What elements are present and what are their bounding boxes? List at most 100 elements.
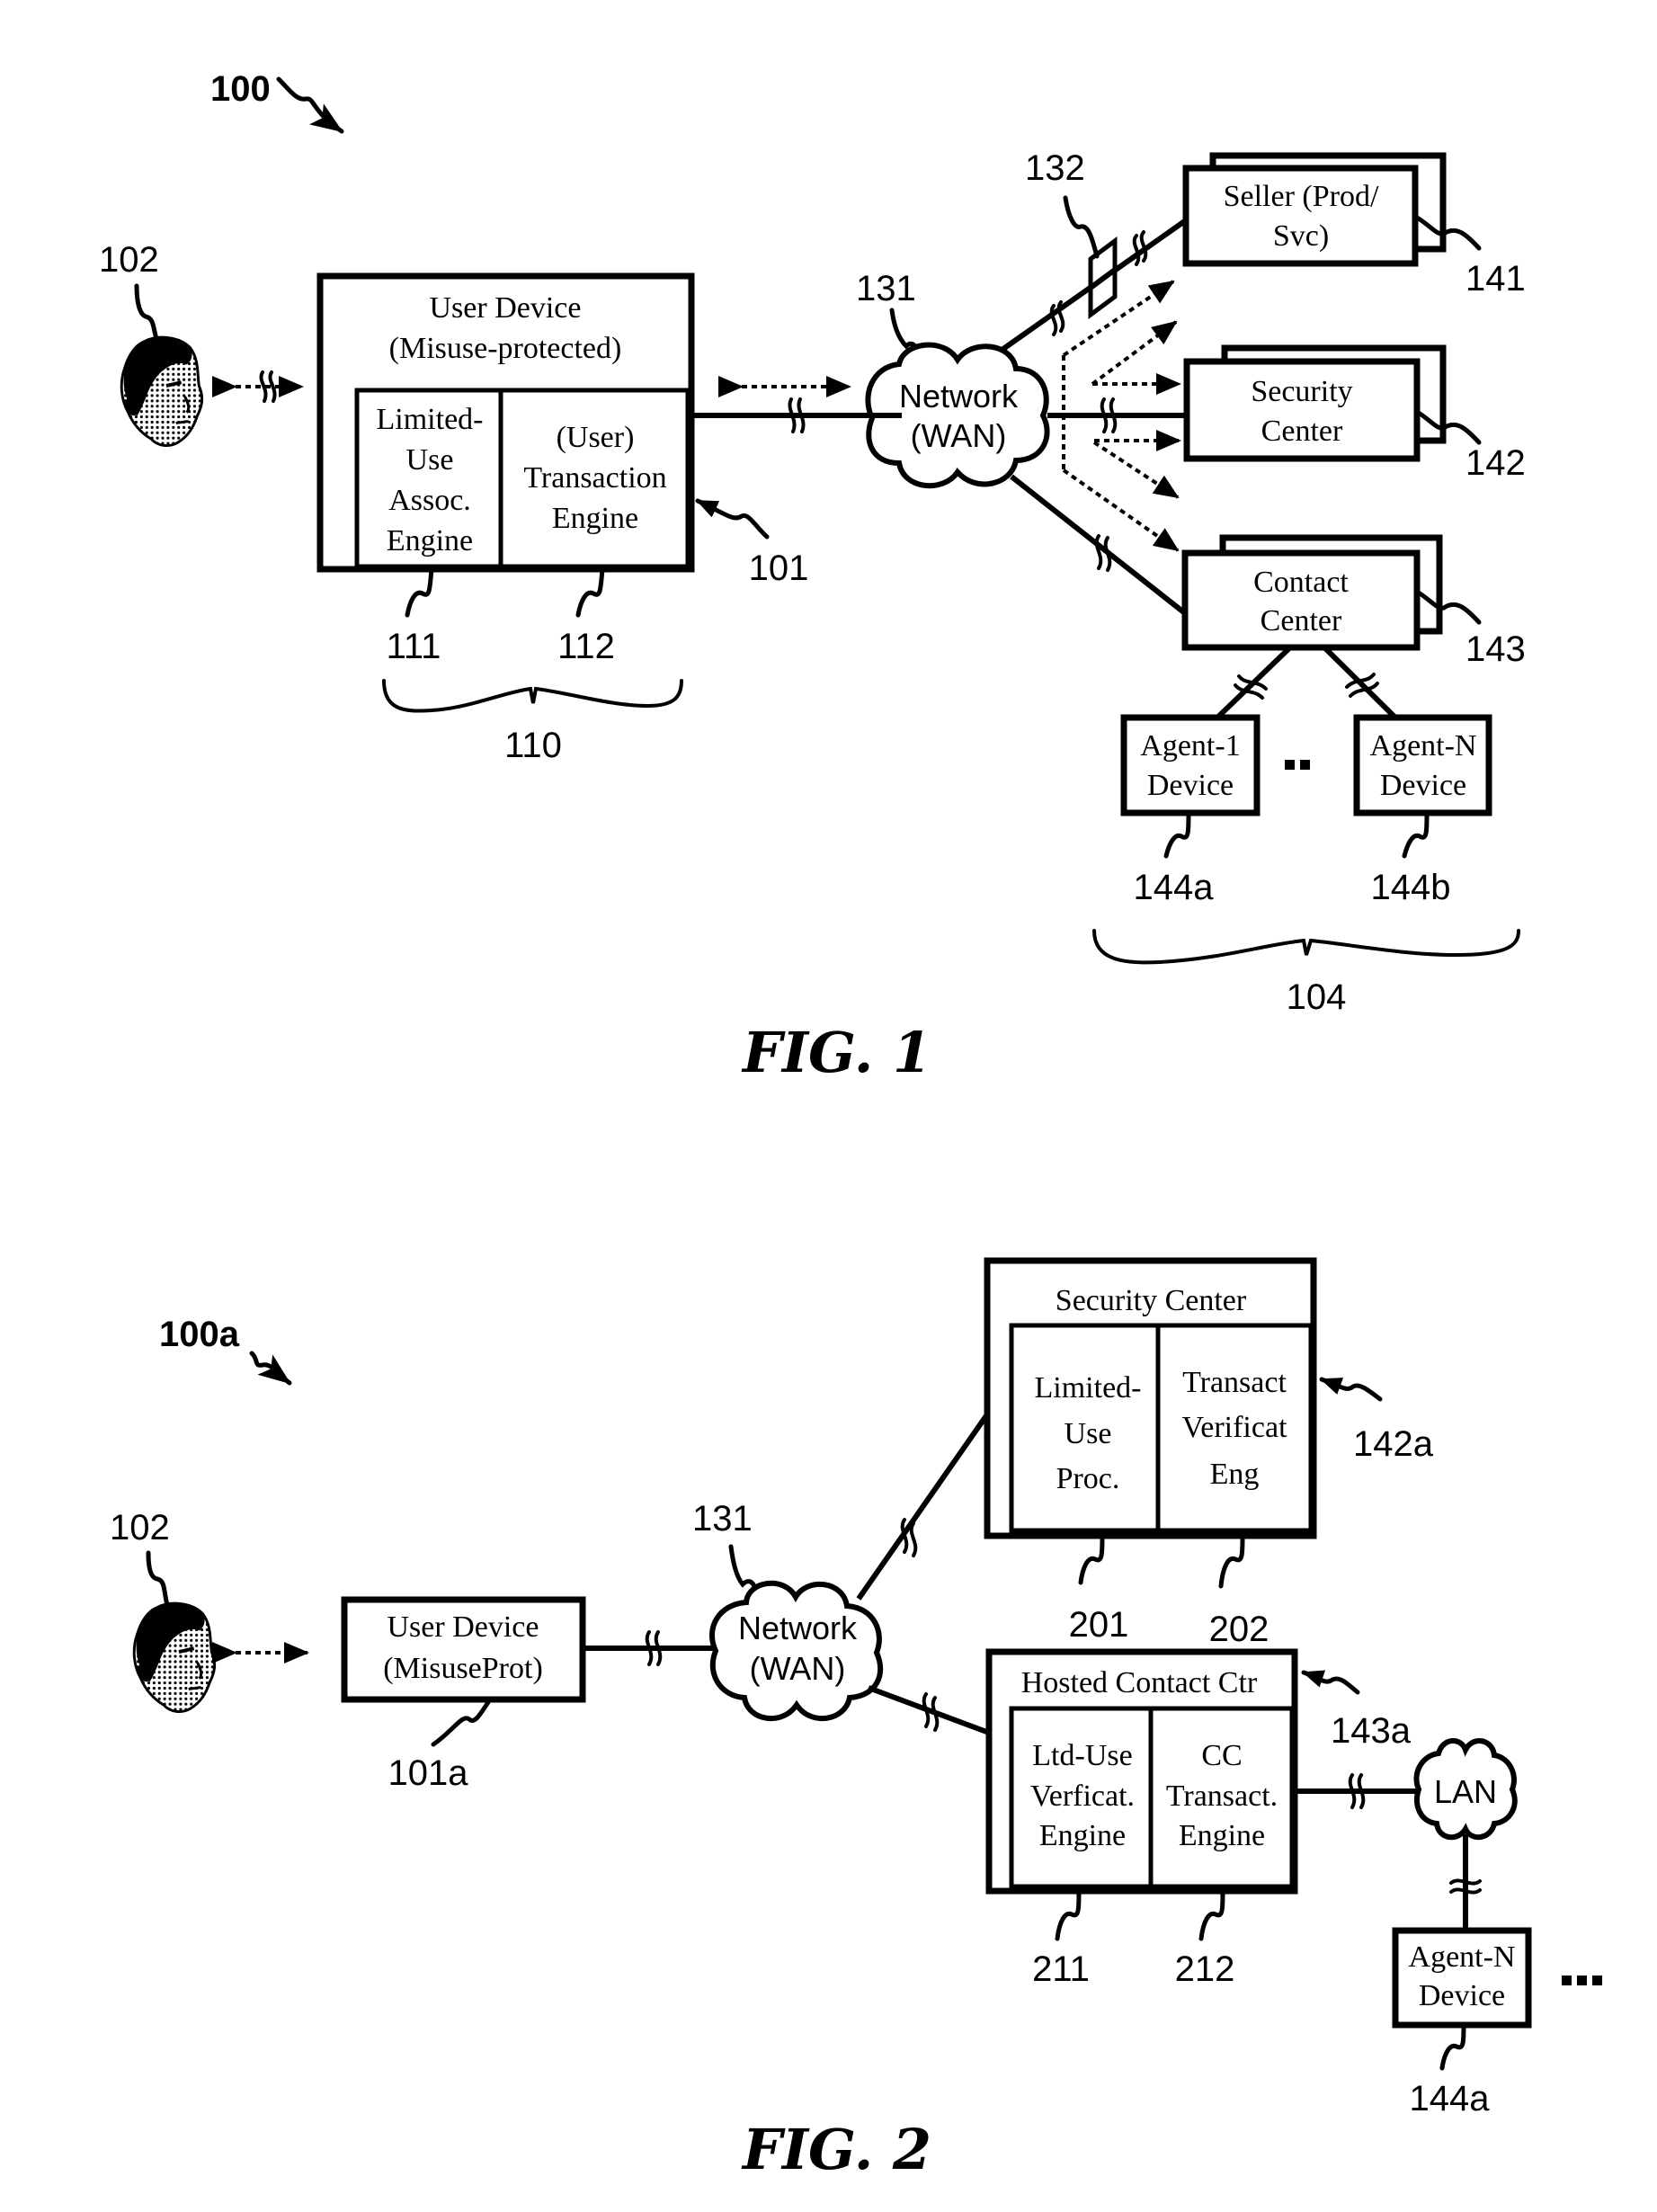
leader-144a xyxy=(1163,810,1191,859)
ref-label-144b: 144b xyxy=(1371,868,1451,907)
break-mark-icon xyxy=(1348,1773,1357,1809)
ref-arrow-100a-icon xyxy=(249,1351,292,1386)
break-mark-icon xyxy=(1449,1878,1482,1886)
ref-label-100a: 100a xyxy=(159,1315,240,1354)
security-center-box: Security Center xyxy=(1183,344,1447,462)
break-mark-icon xyxy=(1109,397,1118,433)
user-head-icon xyxy=(132,1601,217,1714)
network-fig2-line2: (WAN) xyxy=(750,1650,846,1687)
ref-label-142: 142 xyxy=(1465,443,1526,483)
contact-center-box: Contact Center xyxy=(1181,534,1443,651)
user-device-title-line2: (Misuse-protected) xyxy=(389,332,622,365)
leader-202 xyxy=(1218,1533,1245,1589)
ref-label-112: 112 xyxy=(557,627,615,666)
figure-2-caption: FIG. 2 xyxy=(741,2117,931,2182)
engine-201-line: Proc. xyxy=(1056,1462,1120,1495)
seller-line1: Seller (Prod/ xyxy=(1224,180,1379,213)
agent-n-device-box: Agent-N Device xyxy=(1353,714,1492,816)
seller-line2: Svc) xyxy=(1273,219,1329,253)
engine-211-line: Verficat. xyxy=(1030,1779,1135,1813)
ref-arrow-143a-icon xyxy=(1301,1670,1360,1695)
security-center-line2: Center xyxy=(1261,415,1343,448)
user-device-title-line1: User Device xyxy=(430,291,582,325)
ref-label-102: 102 xyxy=(99,240,159,280)
break-mark-icon xyxy=(909,1521,918,1557)
seller-box: Seller (Prod/ Svc) xyxy=(1182,152,1447,267)
agent-ellipsis-icon xyxy=(1285,760,1310,770)
figure-1-caption: FIG. 1 xyxy=(741,1020,931,1085)
ref-label-202: 202 xyxy=(1209,1610,1269,1649)
ref-label-111: 111 xyxy=(387,627,441,666)
engine-202-line: Verificat xyxy=(1181,1411,1287,1444)
ref-label-144a-fig2: 144a xyxy=(1410,2079,1491,2118)
leader-131 xyxy=(889,308,920,353)
break-mark-icon xyxy=(797,397,806,433)
break-mark-icon xyxy=(900,1518,909,1554)
engine-211-line: Engine xyxy=(1039,1819,1126,1852)
lan-label: LAN xyxy=(1434,1773,1497,1810)
ref-label-201: 201 xyxy=(1069,1605,1129,1645)
leader-144b xyxy=(1402,810,1430,859)
ref-label-143: 143 xyxy=(1465,629,1526,669)
hosted-contact-center-box: Hosted Contact Ctr Ltd-Use Verficat. Eng… xyxy=(985,1648,1298,1895)
leader-212 xyxy=(1198,1888,1225,1941)
ref-label-144a: 144a xyxy=(1134,868,1215,907)
agent-ellipsis-icon xyxy=(1562,1976,1602,1985)
diagram-canvas: 100 102 User Device (Misuse-protected) L… xyxy=(99,69,1602,2182)
ref-arrow-142a-icon xyxy=(1319,1377,1383,1402)
engine-211-line: Ltd-Use xyxy=(1032,1739,1132,1772)
ref-label-132: 132 xyxy=(1025,148,1085,188)
contact-center-line1: Contact xyxy=(1253,566,1349,599)
engine-111-line: Engine xyxy=(387,524,473,557)
break-mark-icon xyxy=(1139,230,1148,263)
ref-label-211: 211 xyxy=(1032,1949,1090,1989)
network-fig2-line1: Network xyxy=(738,1610,858,1646)
user-device-box: User Device (Misuse-protected) Limited- … xyxy=(316,272,695,573)
break-mark-icon xyxy=(1094,534,1103,570)
engine-202-line: Eng xyxy=(1210,1458,1260,1491)
engine-111-line: Assoc. xyxy=(388,484,471,517)
leader-201 xyxy=(1078,1533,1105,1585)
ref-label-131: 131 xyxy=(856,269,916,308)
engine-212-line: Engine xyxy=(1179,1819,1265,1852)
link-network-hostedcc-fig2 xyxy=(867,1685,991,1735)
engine-211-box: Ltd-Use Verficat. Engine xyxy=(1030,1739,1135,1852)
engine-111-line: Use xyxy=(406,443,454,477)
user-head-icon xyxy=(120,335,204,448)
hosted-contact-center-title: Hosted Contact Ctr xyxy=(1021,1666,1258,1699)
leader-112 xyxy=(575,566,605,618)
agent-n-device-box-fig2: Agent-N Device xyxy=(1392,1927,1532,2029)
network-label-line2: (WAN) xyxy=(911,417,1007,454)
break-mark-icon xyxy=(645,1630,654,1666)
agent-1-line2: Device xyxy=(1147,769,1234,802)
group-brace-104 xyxy=(1092,929,1520,965)
security-center-box-fig2: Security Center Limited- Use Proc. Trans… xyxy=(984,1257,1317,1539)
ref-label-143a: 143a xyxy=(1331,1711,1412,1751)
agent-n-line1: Agent-N xyxy=(1370,729,1477,763)
leader-131-fig2 xyxy=(728,1544,758,1592)
leader-111 xyxy=(405,566,434,618)
ref-arrow-100-icon xyxy=(276,76,344,134)
agent-1-line1: Agent-1 xyxy=(1140,729,1240,763)
contact-center-line2: Center xyxy=(1261,604,1342,638)
group-brace-110 xyxy=(382,679,683,713)
ref-label-101: 101 xyxy=(749,549,809,588)
network-label-line1: Network xyxy=(899,378,1019,415)
break-mark-icon xyxy=(1103,536,1112,572)
engine-112-line: (User) xyxy=(557,421,635,454)
leader-132 xyxy=(1063,195,1100,259)
ref-label-110: 110 xyxy=(504,726,562,765)
engine-202-line: Transact xyxy=(1182,1366,1287,1399)
break-mark-icon xyxy=(931,1696,940,1732)
ref-label-131-fig2: 131 xyxy=(692,1499,753,1539)
ref-label-212: 212 xyxy=(1175,1949,1235,1989)
security-center-line1: Security xyxy=(1251,375,1352,408)
break-mark-icon xyxy=(1357,1773,1366,1809)
engine-212-line: CC xyxy=(1201,1739,1242,1772)
ref-arrow-101-icon xyxy=(695,498,770,540)
leader-101a xyxy=(431,1697,493,1747)
ref-label-102-fig2: 102 xyxy=(110,1508,170,1548)
ref-label-141: 141 xyxy=(1465,259,1526,299)
engine-201-line: Limited- xyxy=(1035,1371,1142,1405)
leader-144a-fig2 xyxy=(1439,2022,1466,2071)
